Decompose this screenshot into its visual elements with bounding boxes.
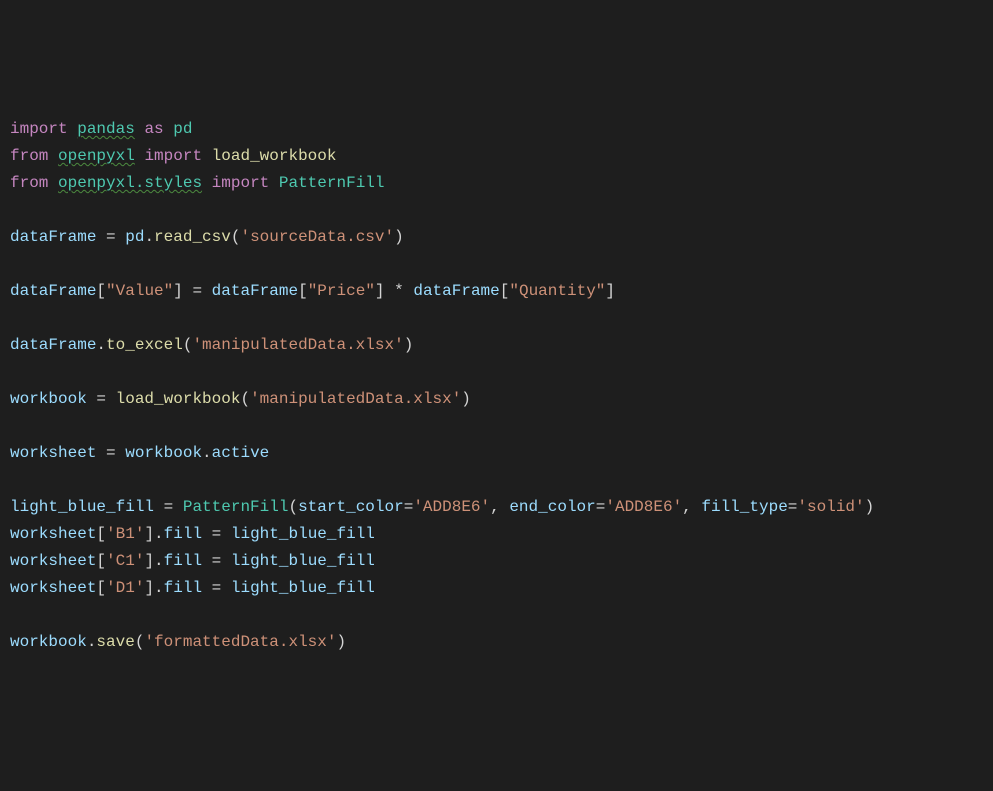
blank-line [10,413,983,440]
blank-line [10,467,983,494]
name-patternfill: PatternFill [279,174,385,192]
blank-line [10,359,983,386]
module-openpyxl-styles: openpyxl.styles [58,174,202,192]
code-line-9: dataFrame.to_excel('manipulatedData.xlsx… [10,332,983,359]
name-load-workbook: load_workbook [212,147,337,165]
keyword-import: import [144,147,202,165]
fn-save: save [96,633,134,651]
code-line-13: worksheet = workbook.active [10,440,983,467]
cls-patternfill: PatternFill [183,498,289,516]
code-line-1: import pandas as pd [10,116,983,143]
var-workbook: workbook [10,390,87,408]
fn-read-csv: read_csv [154,228,231,246]
code-line-17: worksheet['C1'].fill = light_blue_fill [10,548,983,575]
code-line-15: light_blue_fill = PatternFill(start_colo… [10,494,983,521]
keyword-import: import [10,120,68,138]
module-openpyxl: openpyxl [58,147,135,165]
code-line-3: from openpyxl.styles import PatternFill [10,170,983,197]
alias-pd: pd [173,120,192,138]
var-worksheet: worksheet [10,444,96,462]
keyword-as: as [144,120,163,138]
code-editor[interactable]: import pandas as pdfrom openpyxl import … [10,116,983,656]
blank-line [10,197,983,224]
code-line-20: workbook.save('formattedData.xlsx') [10,629,983,656]
code-line-5: dataFrame = pd.read_csv('sourceData.csv'… [10,224,983,251]
code-line-2: from openpyxl import load_workbook [10,143,983,170]
blank-line [10,305,983,332]
module-pandas: pandas [77,120,135,138]
keyword-import: import [212,174,270,192]
fn-to-excel: to_excel [106,336,183,354]
code-line-7: dataFrame["Value"] = dataFrame["Price"] … [10,278,983,305]
code-line-16: worksheet['B1'].fill = light_blue_fill [10,521,983,548]
blank-line [10,251,983,278]
keyword-from: from [10,147,48,165]
blank-line [10,602,983,629]
code-line-18: worksheet['D1'].fill = light_blue_fill [10,575,983,602]
var-light-blue-fill: light_blue_fill [10,498,154,516]
code-line-11: workbook = load_workbook('manipulatedDat… [10,386,983,413]
str-source-csv: 'sourceData.csv' [240,228,394,246]
keyword-from: from [10,174,48,192]
var-dataframe: dataFrame [10,228,96,246]
